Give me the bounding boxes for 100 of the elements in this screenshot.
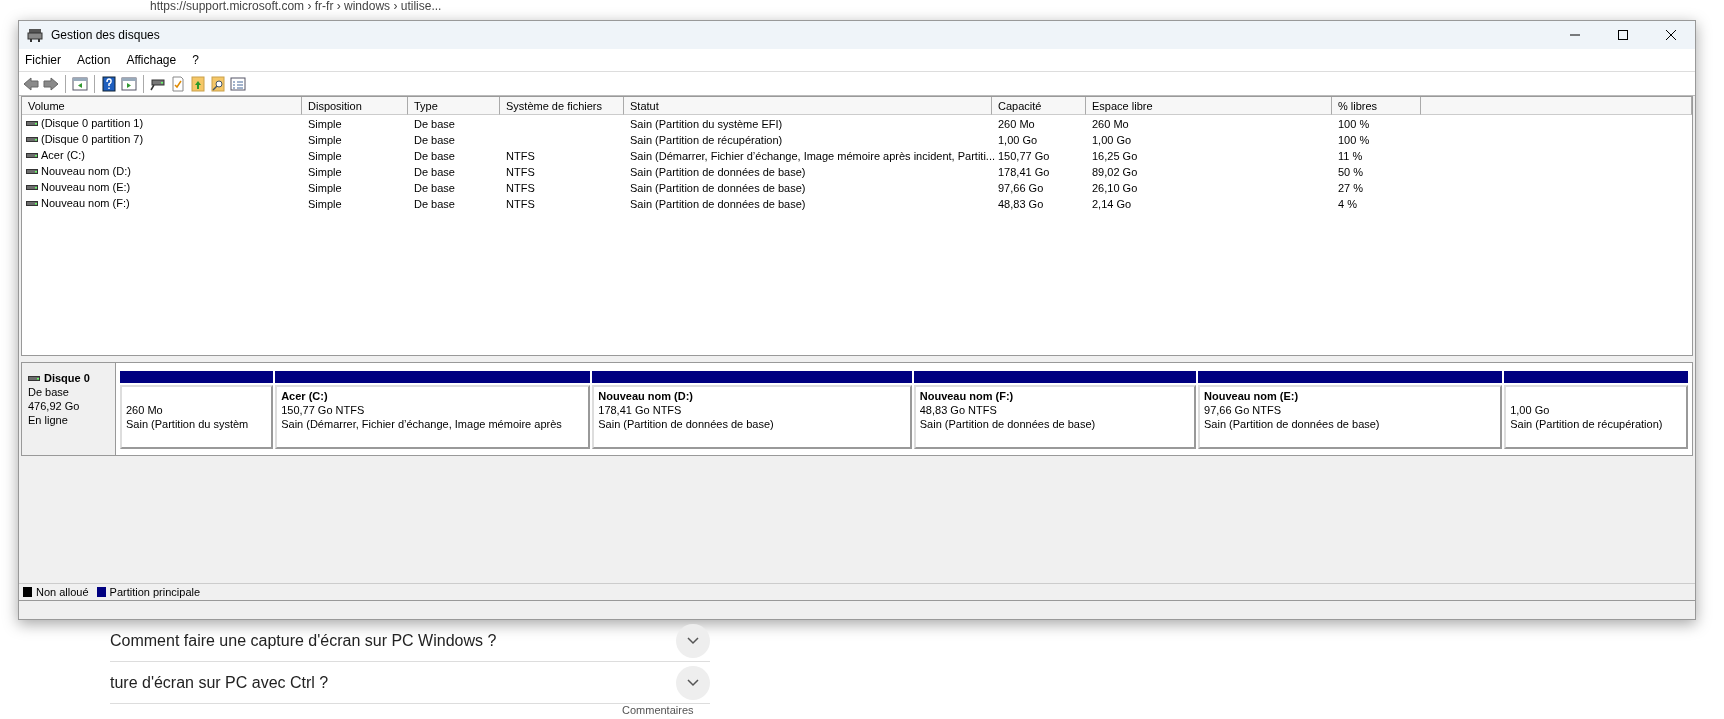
table-cell-text: Sain (Partition de données de base) [629,165,807,179]
partition-size: 97,66 Go NTFS [1204,403,1283,417]
panel-icon[interactable] [121,75,137,92]
table-cell-text: (Disque 0 partition 7) [41,131,144,147]
table-cell-text: Nouveau nom (D:) [41,163,131,179]
table-cell-text: Simple [307,149,343,163]
table-cell-text: De base [413,149,456,163]
partition-status: Sain (Partition de données de base) [919,417,1097,431]
column-header[interactable]: Statut [624,97,992,115]
table-cell-text: Simple [307,197,343,211]
panel-icon[interactable] [72,75,88,92]
table-cell-text: 16,25 Go [1091,149,1139,163]
window-title: Gestion des disques [51,27,160,44]
breadcrumb-text: https://support.microsoft.com › fr-fr › windows › utilise... [149,0,443,15]
drive-icon [26,150,38,160]
table-cell-text: NTFS [505,149,536,163]
table-cell-text: (Disque 0 partition 1) [41,115,144,131]
drive-icon [26,198,38,208]
chevron-icon [687,636,699,645]
table-cell-text: 100 % [1337,133,1371,147]
drive-icon [26,182,38,192]
expand-button[interactable] [676,623,710,658]
disk-type: De base [28,385,70,399]
help-icon[interactable] [101,75,117,92]
table-cell-text: 27 % [1337,181,1365,195]
table-cell-text: Nouveau nom (E:) [41,179,131,195]
folder-up-icon[interactable] [190,75,206,92]
drive-icon [28,373,40,383]
column-header[interactable]: % libres [1332,97,1421,115]
partition-status: Sain (Démarrer, Fichier d’échange, Image mémoire après [281,417,563,431]
partition-status: Sain (Partition de données de base) [1204,417,1381,431]
table-cell-text: NTFS [505,165,536,179]
forward-arrow-icon[interactable] [43,75,59,92]
table-cell-text: NTFS [505,197,536,211]
partition-size: 150,77 Go NTFS [281,403,366,417]
table-cell-text: 4 % [1337,197,1358,211]
back-arrow-icon[interactable] [23,75,39,92]
column-header[interactable]: Disposition [302,97,408,115]
table-cell-text: 260 Mo [1091,117,1130,131]
partition-status: Sain (Partition de récupération) [1510,417,1664,431]
checklist-icon[interactable] [170,75,186,92]
table-cell-text: De base [413,181,456,195]
partition-name: Nouveau nom (E:) [1204,389,1300,403]
column-header[interactable]: Volume [22,97,302,115]
partition-name: Acer (C:) [281,389,329,403]
table-cell-text: De base [413,133,456,147]
table-cell-text: Simple [307,181,343,195]
table-cell-text: Acer (C:) [41,147,85,163]
table-cell-text: De base [413,117,456,131]
close-icon [1666,30,1676,40]
table-cell-text: Sain (Partition du système EFI) [629,117,784,131]
menu-item[interactable]: ? [192,51,199,69]
column-header[interactable]: Espace libre [1086,97,1332,115]
partition-size: 48,83 Go NTFS [919,403,998,417]
question-text: Comment faire une capture d'écran sur PC Windows ? [110,630,498,651]
table-cell-text: NTFS [505,181,536,195]
disk-management-icon [27,28,43,42]
legend-label: Partition principale [109,584,201,600]
table-cell-text: 260 Mo [997,117,1036,131]
chevron-icon [687,678,699,687]
table-cell-text: 178,41 Go [997,165,1051,179]
table-cell-text: Sain (Partition de récupération) [629,133,784,147]
table-cell-text: 11 % [1337,149,1364,163]
table-cell-text: 2,14 Go [1091,197,1133,211]
partition-name: Nouveau nom (D:) [598,389,694,403]
table-cell-text: De base [413,165,456,179]
table-cell-text: Sain (Partition de données de base) [629,181,807,195]
table-cell-text: De base [413,197,456,211]
table-cell-text: Simple [307,117,343,131]
column-header[interactable]: Système de fichiers [500,97,624,115]
menu-item[interactable]: Action [77,51,111,69]
disk-state: En ligne [28,413,69,427]
column-header[interactable]: Type [408,97,500,115]
maximize-icon [1618,30,1628,40]
table-cell-text: 89,02 Go [1091,165,1139,179]
column-header[interactable]: Capacité [992,97,1086,115]
table-cell-text: Simple [307,165,343,179]
menu-item[interactable]: Affichage [126,51,177,69]
partition-status: Sain (Partition de données de base) [598,417,775,431]
table-cell-text: 97,66 Go [997,181,1045,195]
partition-size: 1,00 Go [1510,403,1551,417]
drive-icon [26,166,38,176]
table-cell-text: 26,10 Go [1091,181,1139,195]
partition-size: 178,41 Go NTFS [598,403,683,417]
table-cell-text: Nouveau nom (F:) [41,195,130,211]
disk-name: Disque 0 [44,371,90,385]
table-cell-text: Simple [307,133,343,147]
drive-icon [26,134,38,144]
menu-item[interactable]: Fichier [25,51,61,69]
expand-button[interactable] [676,665,710,700]
folder-search-icon[interactable] [210,75,226,92]
table-cell-text: 1,00 Go [1091,133,1133,147]
partition-size: 260 Mo [126,403,164,417]
partition-status: Sain (Partition du systèm [126,417,250,431]
table-cell-text: 1,00 Go [997,133,1039,147]
legend-label: Non alloué [36,584,89,600]
disk-size: 476,92 Go [28,399,81,413]
table-cell-text: Sain (Partition de données de base) [629,197,807,211]
table-cell-text: Sain (Démarrer, Fichier d’échange, Image mémoire après incident, Partiti... [629,149,992,163]
partition-name: Nouveau nom (F:) [919,389,1015,403]
